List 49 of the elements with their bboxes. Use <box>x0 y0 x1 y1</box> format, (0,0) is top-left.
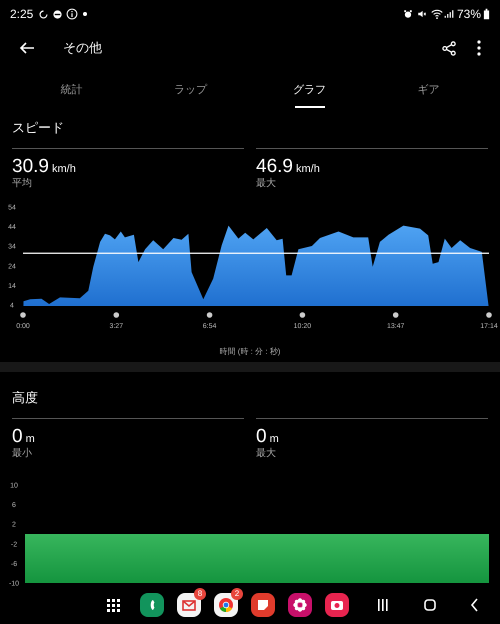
tab[interactable]: 統計 <box>12 68 131 112</box>
tab[interactable]: ラップ <box>131 68 250 112</box>
back-nav-icon[interactable] <box>470 598 478 612</box>
tab[interactable]: グラフ <box>250 68 369 112</box>
camera-app-icon[interactable] <box>325 593 349 617</box>
mute-icon <box>416 9 427 19</box>
section-title: 高度 <box>12 389 39 408</box>
signal-icon <box>444 9 454 19</box>
phone-app-icon[interactable] <box>140 593 164 617</box>
axis-tick-dot <box>114 312 120 318</box>
share-icon[interactable] <box>442 40 457 56</box>
stat-unit: km/h <box>296 162 320 177</box>
flower-app-icon[interactable] <box>288 593 312 617</box>
more-options-icon[interactable] <box>477 40 481 56</box>
stat-unit: m <box>26 432 35 447</box>
notes-app-icon[interactable] <box>251 593 275 617</box>
stat-unit: m <box>270 432 279 447</box>
home-icon[interactable] <box>424 599 436 611</box>
battery-percent: 73% <box>456 6 481 23</box>
alarm-icon <box>402 9 413 19</box>
sync-icon <box>38 8 50 20</box>
stat-value: 0 <box>256 425 267 448</box>
stat-label: 平均 <box>12 177 33 191</box>
section-title: スピード <box>12 119 65 138</box>
axis-tick-dot <box>486 312 492 318</box>
tab[interactable]: ギア <box>369 68 488 112</box>
notification-badge: 2 <box>231 588 243 600</box>
recent-apps-icon[interactable] <box>378 599 388 611</box>
wifi-icon <box>430 8 443 20</box>
stat-value: 30.9 <box>12 155 49 178</box>
axis-title: 時間 (時 : 分 : 秒) <box>220 347 280 356</box>
notification-dot-icon <box>83 12 88 16</box>
status-time: 2:25 <box>10 6 34 23</box>
info-icon <box>66 8 78 20</box>
stat-value: 46.9 <box>256 155 293 178</box>
app-drawer-icon[interactable] <box>107 598 120 612</box>
screen-title: その他 <box>63 39 102 58</box>
stat-value: 0 <box>12 425 23 448</box>
axis-tick-dot <box>300 312 306 318</box>
stat-unit: km/h <box>52 162 76 177</box>
notification-badge: 8 <box>194 588 206 600</box>
stat-label: 最大 <box>256 447 277 461</box>
stat-label: 最大 <box>256 177 277 191</box>
axis-tick-dot <box>206 312 212 318</box>
axis-tick-dot <box>20 312 26 318</box>
axis-tick-dot <box>392 312 398 318</box>
back-arrow-icon <box>19 40 35 56</box>
battery-icon <box>483 8 490 20</box>
stat-label: 最小 <box>12 447 33 461</box>
